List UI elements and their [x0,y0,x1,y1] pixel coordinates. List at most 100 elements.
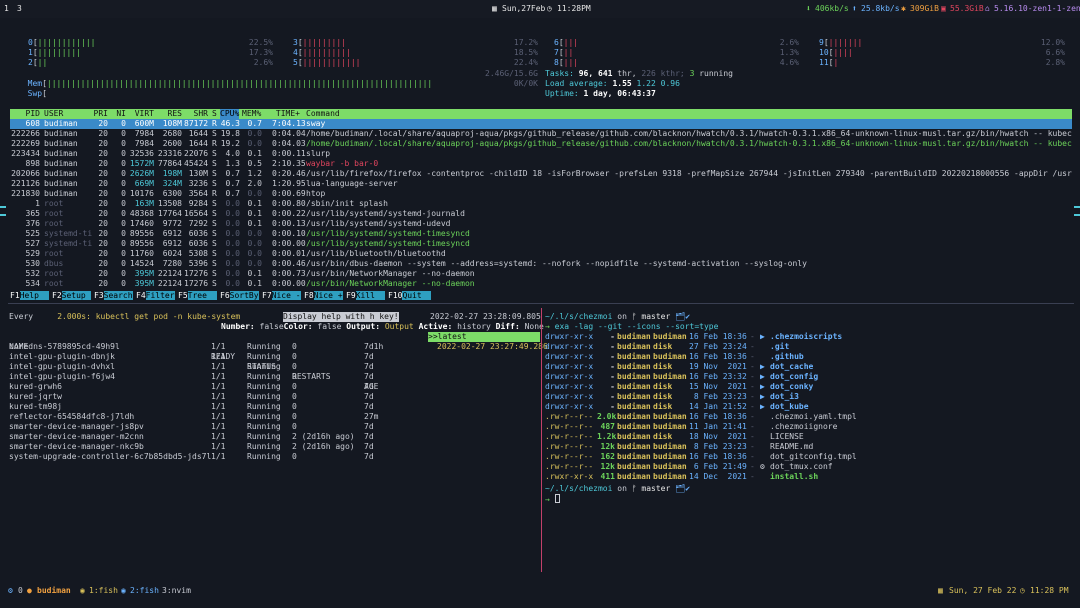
entry-user: budiman [617,442,651,451]
fkey-f4[interactable]: F4Filter [136,291,175,301]
tmux-window-2[interactable]: 2:fish [130,586,159,596]
entry-date: 8 Feb 23:23 [689,442,747,451]
process-row[interactable]: 534 root 20 0 395M 22124 17276 S 0.0 0.1 0:00.00/u… [10,279,1072,289]
process-virt: 14524 [129,259,154,268]
pod-status: Running [247,392,281,401]
process-pri: 20 [98,259,108,268]
process-pri: 20 [98,129,108,138]
process-row[interactable]: 1 root 20 0 163M 13508 9284 S 0.0 0.1 0:00.80/sbin… [10,199,1072,209]
process-command: /usr/bin/NetworkManager --no-daemon [306,279,475,288]
process-row[interactable]: 527 systemd-ti 20 0 89556 6912 6036 S 0.0 0.0 0:00… [10,239,1072,249]
shell-input[interactable]: → [545,494,560,505]
fkey-f8[interactable]: F8Nice + [304,291,343,301]
process-row[interactable]: 222266 budiman 20 0 7984 2680 1644 S 19.8 0.0 0:04… [10,129,1072,139]
entry-name: .chezmoiignore [770,422,838,431]
process-command: /usr/lib/bluetooth/bluetoothd [306,249,446,258]
entry-user: budiman [617,472,651,481]
process-s: S [212,209,217,218]
cpu-meter: 9[||||||| 12.0% [819,38,1065,47]
entry-user: budiman [617,412,651,421]
cpu-meter: 4[|||||||||| 18.5% [293,48,538,57]
process-pid: 202066 [11,169,40,178]
process-row[interactable]: 525 systemd-ti 20 0 89556 6912 6036 S 0.0 0.0 0:00… [10,229,1072,239]
pod-ready: 1/1 [211,452,226,461]
process-pid: 221126 [11,179,40,188]
entry-group: budiman [653,372,687,381]
entry-name: install.sh [770,472,819,481]
process-row[interactable]: 532 root 20 0 395M 22124 17276 S 0.0 0.1 0:00.73/u… [10,269,1072,279]
process-ni: 0 [121,189,126,198]
process-res: 77864 [157,159,182,168]
process-row[interactable]: 202066 budiman 20 0 2626M 198M 130M S 0.7 1.2 0:20… [10,169,1072,179]
process-row[interactable]: 365 root 20 0 48368 17764 16564 S 0.0 0.1 0:00.22/… [10,209,1072,219]
cpu-meter: 3[||||||||| 17.2% [293,38,538,47]
entry-git: - [750,332,755,341]
process-pid: 529 [25,249,40,258]
process-row[interactable]: 529 root 20 0 11760 6024 5308 S 0.0 0.0 0:00.01/us… [10,249,1072,259]
process-command: lua-language-server [306,179,398,188]
process-shr: 87172 [184,119,209,128]
process-user: root [44,249,64,258]
history-entry[interactable]: 2022-02-27 23:27:49.286 [437,342,548,352]
process-row[interactable]: 221126 budiman 20 0 669M 324M 3236 S 0.7 2.0 1:20.… [10,179,1072,189]
pod-name: system-upgrade-controller-6c7b85dbd5-jds… [9,452,212,461]
fkey-f1[interactable]: F1Help [10,291,49,301]
workspace-1[interactable]: 1 [4,4,9,14]
fkey-f10[interactable]: F10Quit [388,291,432,301]
history-latest[interactable]: >>latest [428,332,540,342]
process-s: S [212,179,217,188]
sort-column-cpu[interactable]: CPU% [220,109,240,119]
entry-user: budiman [617,422,651,431]
pod-status: Running [247,452,281,461]
process-cpu: 0.7 [225,169,240,178]
entry-perm: drwxr-xr-x [545,392,594,401]
hwatch-timestamp: 2022-02-27 23:28:09.805 [430,312,541,321]
pod-restarts: 0 [292,412,297,421]
entry-name: .chezmoiscripts [770,332,843,341]
entry-git: - [750,392,755,401]
fkey-f7[interactable]: F7Nice - [262,291,301,301]
process-virt: 600M [134,119,154,128]
process-table-header[interactable]: PID USER PRI NI VIRT RES SHR S CPU% MEM%… [10,109,1072,119]
process-mem: 0.0 [247,229,262,238]
entry-icon: ▶ [760,362,765,371]
process-pri: 20 [98,249,108,258]
entry-group: budiman [653,422,687,431]
pod-name: kured-grwh6 [9,382,62,391]
tmux-window-1[interactable]: 1:fish [89,586,118,596]
help-hint[interactable]: Display help with h key! [283,312,399,322]
pod-age: 7d [364,442,374,451]
process-row[interactable]: 608 budiman 20 0 600M 108M 87172 R 46.3 0.7 7:04.1… [10,119,1072,129]
process-row[interactable]: 221830 budiman 20 0 10176 6300 3564 R 0.7 0.0 0:00… [10,189,1072,199]
process-cpu: 0.0 [225,279,240,288]
process-res: 6024 [162,249,182,258]
process-command: /usr/bin/NetworkManager --no-daemon [306,269,475,278]
workspace-3[interactable]: 3 [17,4,22,14]
process-row[interactable]: 376 root 20 0 17460 9772 7292 S 0.0 0.1 0:00.13/us… [10,219,1072,229]
process-row[interactable]: 223434 budiman 20 0 32536 23316 22076 S 4.0 0.1 0:… [10,149,1072,159]
process-shr: 3564 [188,189,208,198]
process-cpu: 0.0 [225,219,240,228]
entry-git: - [750,452,755,461]
cpu-meter: 7[|| 1.3% [554,48,799,57]
user-icon: ● [27,586,32,595]
process-row[interactable]: 530 dbus 20 0 14524 7280 5396 S 0.0 0.0 0:00.46/us… [10,259,1072,269]
process-row[interactable]: 898 budiman 20 0 1572M 77864 45424 S 1.3 0.5 2:10.… [10,159,1072,169]
entry-group: budiman [653,352,687,361]
fkey-f9[interactable]: F9Kill [346,291,385,301]
entry-date: 14 Dec 2021 [689,472,747,481]
fkey-f2[interactable]: F2Setup [52,291,91,301]
memory-icon: ▣ [941,4,946,13]
fkey-f6[interactable]: F6SortBy [220,291,259,301]
process-command: /home/budiman/.local/share/aquaproj-aqua… [306,139,1072,148]
process-cpu: 0.0 [225,249,240,258]
tmux-window-3[interactable]: 3:nvim [162,586,191,596]
fkey-f3[interactable]: F3Search [94,291,133,301]
fkey-f5[interactable]: F5Tree [178,291,217,301]
process-ni: 0 [121,199,126,208]
entry-date: 8 Feb 23:23 [689,392,747,401]
process-mem: 0.1 [247,269,262,278]
process-shr: 3236 [188,179,208,188]
process-ni: 0 [121,249,126,258]
process-row[interactable]: 222269 budiman 20 0 7984 2600 1644 R 19.2 0.0 0:04… [10,139,1072,149]
